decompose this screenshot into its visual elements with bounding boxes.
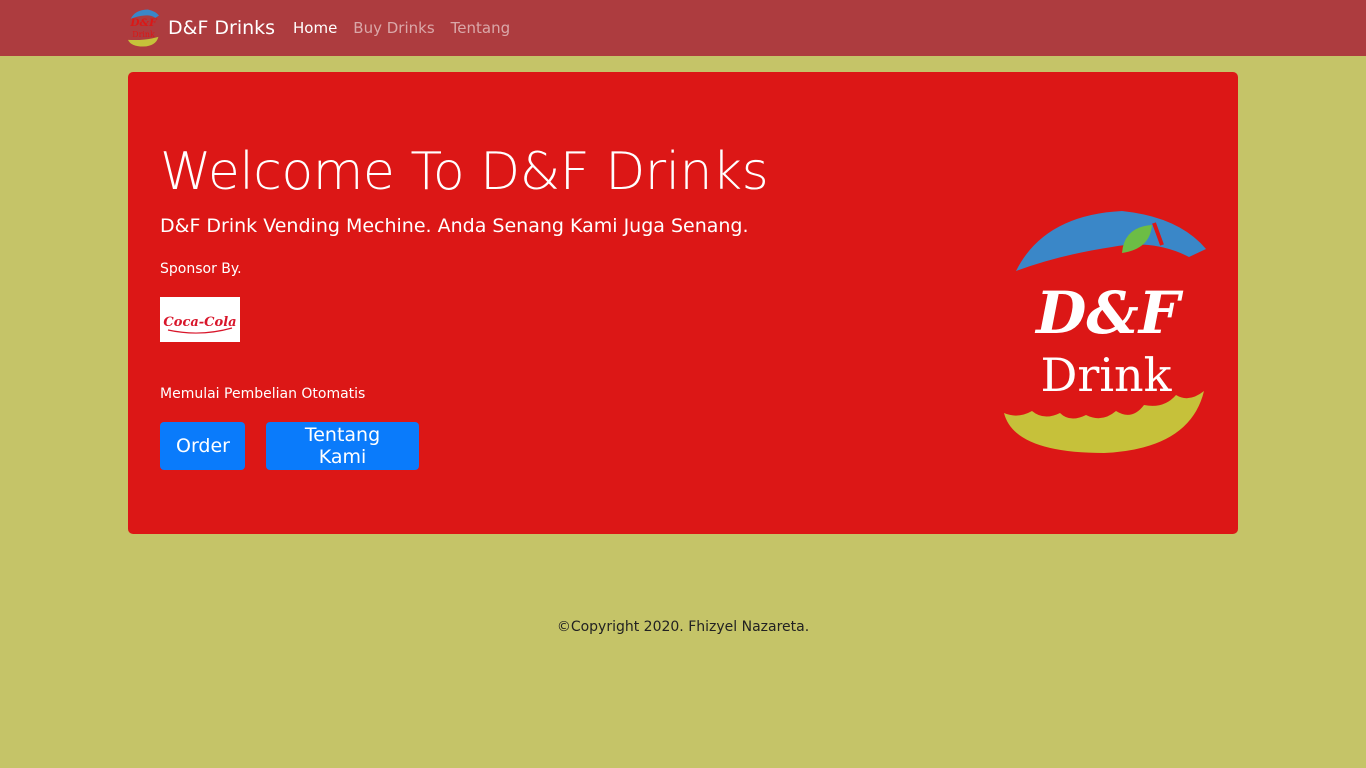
nav-home[interactable]: Home xyxy=(293,19,337,37)
svg-text:Coca-Cola: Coca-Cola xyxy=(163,315,236,330)
sponsor-label: Sponsor By. xyxy=(160,261,242,277)
navbar: D&F Drink D&F Drinks Home Buy Drinks Ten… xyxy=(0,0,1366,56)
hero-jumbotron: Welcome To D&F Drinks D&F Drink Vending … xyxy=(128,72,1238,534)
svg-text:D&F: D&F xyxy=(129,16,158,29)
svg-text:Drink: Drink xyxy=(1040,348,1172,402)
nav-tentang[interactable]: Tentang xyxy=(451,19,510,37)
auto-purchase-label: Memulai Pembelian Otomatis xyxy=(160,386,366,402)
nav-buy-drinks[interactable]: Buy Drinks xyxy=(353,19,434,37)
brand-name: D&F Drinks xyxy=(168,17,276,39)
hero-lead: D&F Drink Vending Mechine. Anda Senang K… xyxy=(160,215,749,237)
copyright-text: ©Copyright 2020. Fhizyel Nazareta. xyxy=(556,619,810,635)
svg-text:D&F: D&F xyxy=(1034,279,1184,347)
sponsor-logo: Coca-Cola xyxy=(160,297,240,342)
coca-cola-logo-icon: Coca-Cola xyxy=(163,315,237,334)
navbar-brand[interactable]: D&F Drink D&F Drinks xyxy=(128,9,275,47)
df-drink-logo-icon: D&F Drink xyxy=(1004,211,1206,453)
svg-text:Drink: Drink xyxy=(132,30,155,39)
footer: ©Copyright 2020. Fhizyel Nazareta. xyxy=(0,619,1366,635)
order-button[interactable]: Order xyxy=(160,422,245,470)
nav-links: Home Buy Drinks Tentang xyxy=(293,0,526,56)
hero-title: Welcome To D&F Drinks xyxy=(160,142,769,202)
brand-logo-icon: D&F Drink xyxy=(128,9,159,47)
about-us-button[interactable]: Tentang Kami xyxy=(266,422,419,470)
